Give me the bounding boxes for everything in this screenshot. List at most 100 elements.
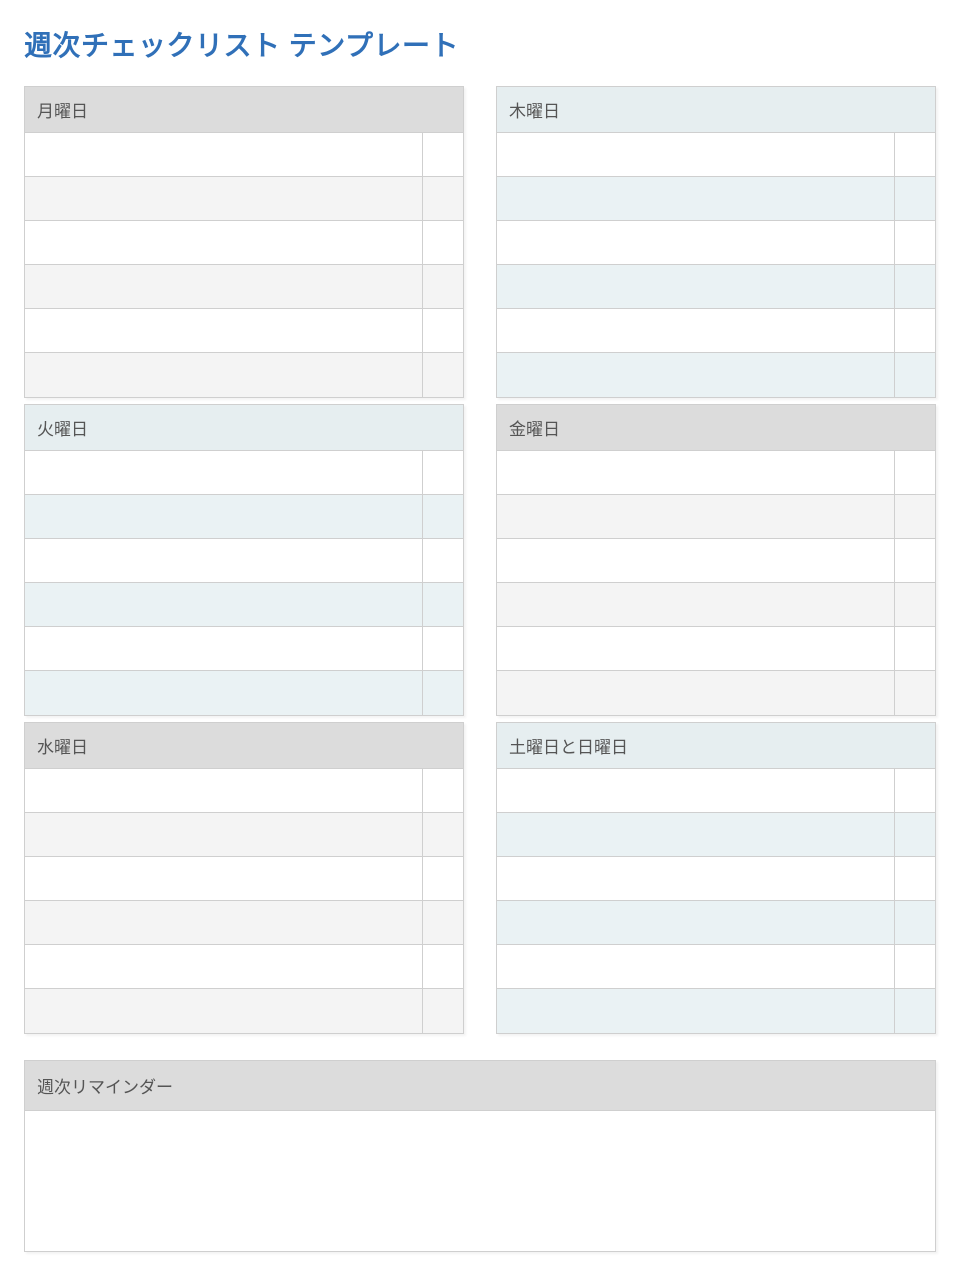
task-cell[interactable] [25, 495, 423, 538]
weekly-reminder-body[interactable] [25, 1111, 935, 1251]
checklist-row [25, 583, 463, 627]
task-cell[interactable] [497, 627, 895, 670]
check-cell[interactable] [423, 539, 463, 582]
check-cell[interactable] [895, 495, 935, 538]
check-cell[interactable] [423, 671, 463, 715]
task-cell[interactable] [497, 133, 895, 176]
day-block: 火曜日 [24, 404, 464, 716]
task-cell[interactable] [25, 309, 423, 352]
task-cell[interactable] [497, 671, 895, 715]
column-left: 月曜日火曜日水曜日 [24, 86, 464, 1038]
checklist-row [25, 945, 463, 989]
checklist-row [497, 813, 935, 857]
check-cell[interactable] [423, 309, 463, 352]
check-cell[interactable] [423, 989, 463, 1033]
checklist-row [25, 451, 463, 495]
task-cell[interactable] [25, 671, 423, 715]
task-cell[interactable] [25, 945, 423, 988]
check-cell[interactable] [895, 901, 935, 944]
task-cell[interactable] [497, 813, 895, 856]
column-right: 木曜日金曜日土曜日と日曜日 [496, 86, 936, 1038]
check-cell[interactable] [423, 901, 463, 944]
task-cell[interactable] [25, 857, 423, 900]
task-cell[interactable] [497, 539, 895, 582]
check-cell[interactable] [895, 133, 935, 176]
check-cell[interactable] [423, 813, 463, 856]
task-cell[interactable] [497, 265, 895, 308]
check-cell[interactable] [423, 221, 463, 264]
task-cell[interactable] [497, 495, 895, 538]
task-cell[interactable] [25, 901, 423, 944]
check-cell[interactable] [423, 495, 463, 538]
check-cell[interactable] [423, 353, 463, 397]
check-cell[interactable] [895, 769, 935, 812]
task-cell[interactable] [25, 353, 423, 397]
checklist-row [497, 989, 935, 1033]
task-cell[interactable] [25, 583, 423, 626]
checklist-row [497, 221, 935, 265]
check-cell[interactable] [895, 671, 935, 715]
check-cell[interactable] [423, 451, 463, 494]
check-cell[interactable] [423, 945, 463, 988]
check-cell[interactable] [895, 451, 935, 494]
task-cell[interactable] [497, 177, 895, 220]
check-cell[interactable] [895, 265, 935, 308]
check-cell[interactable] [895, 353, 935, 397]
task-cell[interactable] [497, 353, 895, 397]
task-cell[interactable] [25, 221, 423, 264]
task-cell[interactable] [497, 451, 895, 494]
task-cell[interactable] [25, 989, 423, 1033]
checklist-row [497, 627, 935, 671]
checklist-row [497, 265, 935, 309]
check-cell[interactable] [895, 989, 935, 1033]
check-cell[interactable] [423, 857, 463, 900]
checklist-row [25, 769, 463, 813]
task-cell[interactable] [25, 627, 423, 670]
task-cell[interactable] [25, 769, 423, 812]
check-cell[interactable] [895, 813, 935, 856]
day-block: 土曜日と日曜日 [496, 722, 936, 1034]
task-cell[interactable] [25, 265, 423, 308]
checklist-row [497, 945, 935, 989]
checklist-row [497, 539, 935, 583]
task-cell[interactable] [497, 857, 895, 900]
task-cell[interactable] [497, 769, 895, 812]
checklist-row [25, 989, 463, 1033]
day-block: 水曜日 [24, 722, 464, 1034]
check-cell[interactable] [895, 177, 935, 220]
check-cell[interactable] [423, 769, 463, 812]
task-cell[interactable] [497, 583, 895, 626]
task-cell[interactable] [497, 901, 895, 944]
task-cell[interactable] [25, 177, 423, 220]
check-cell[interactable] [895, 583, 935, 626]
task-cell[interactable] [497, 309, 895, 352]
check-cell[interactable] [423, 265, 463, 308]
task-cell[interactable] [497, 945, 895, 988]
check-cell[interactable] [895, 539, 935, 582]
task-cell[interactable] [25, 451, 423, 494]
task-cell[interactable] [25, 813, 423, 856]
check-cell[interactable] [423, 133, 463, 176]
checklist-row [25, 901, 463, 945]
task-cell[interactable] [25, 539, 423, 582]
day-block: 木曜日 [496, 86, 936, 398]
checklist-row [25, 813, 463, 857]
checklist-row [25, 627, 463, 671]
checklist-row [497, 133, 935, 177]
checklist-row [25, 539, 463, 583]
task-cell[interactable] [497, 221, 895, 264]
check-cell[interactable] [895, 221, 935, 264]
day-header: 水曜日 [25, 723, 463, 769]
checklist-row [25, 309, 463, 353]
check-cell[interactable] [423, 583, 463, 626]
day-header: 火曜日 [25, 405, 463, 451]
task-cell[interactable] [25, 133, 423, 176]
check-cell[interactable] [895, 857, 935, 900]
task-cell[interactable] [497, 989, 895, 1033]
check-cell[interactable] [895, 309, 935, 352]
check-cell[interactable] [423, 177, 463, 220]
checklist-row [25, 265, 463, 309]
check-cell[interactable] [423, 627, 463, 670]
check-cell[interactable] [895, 945, 935, 988]
check-cell[interactable] [895, 627, 935, 670]
